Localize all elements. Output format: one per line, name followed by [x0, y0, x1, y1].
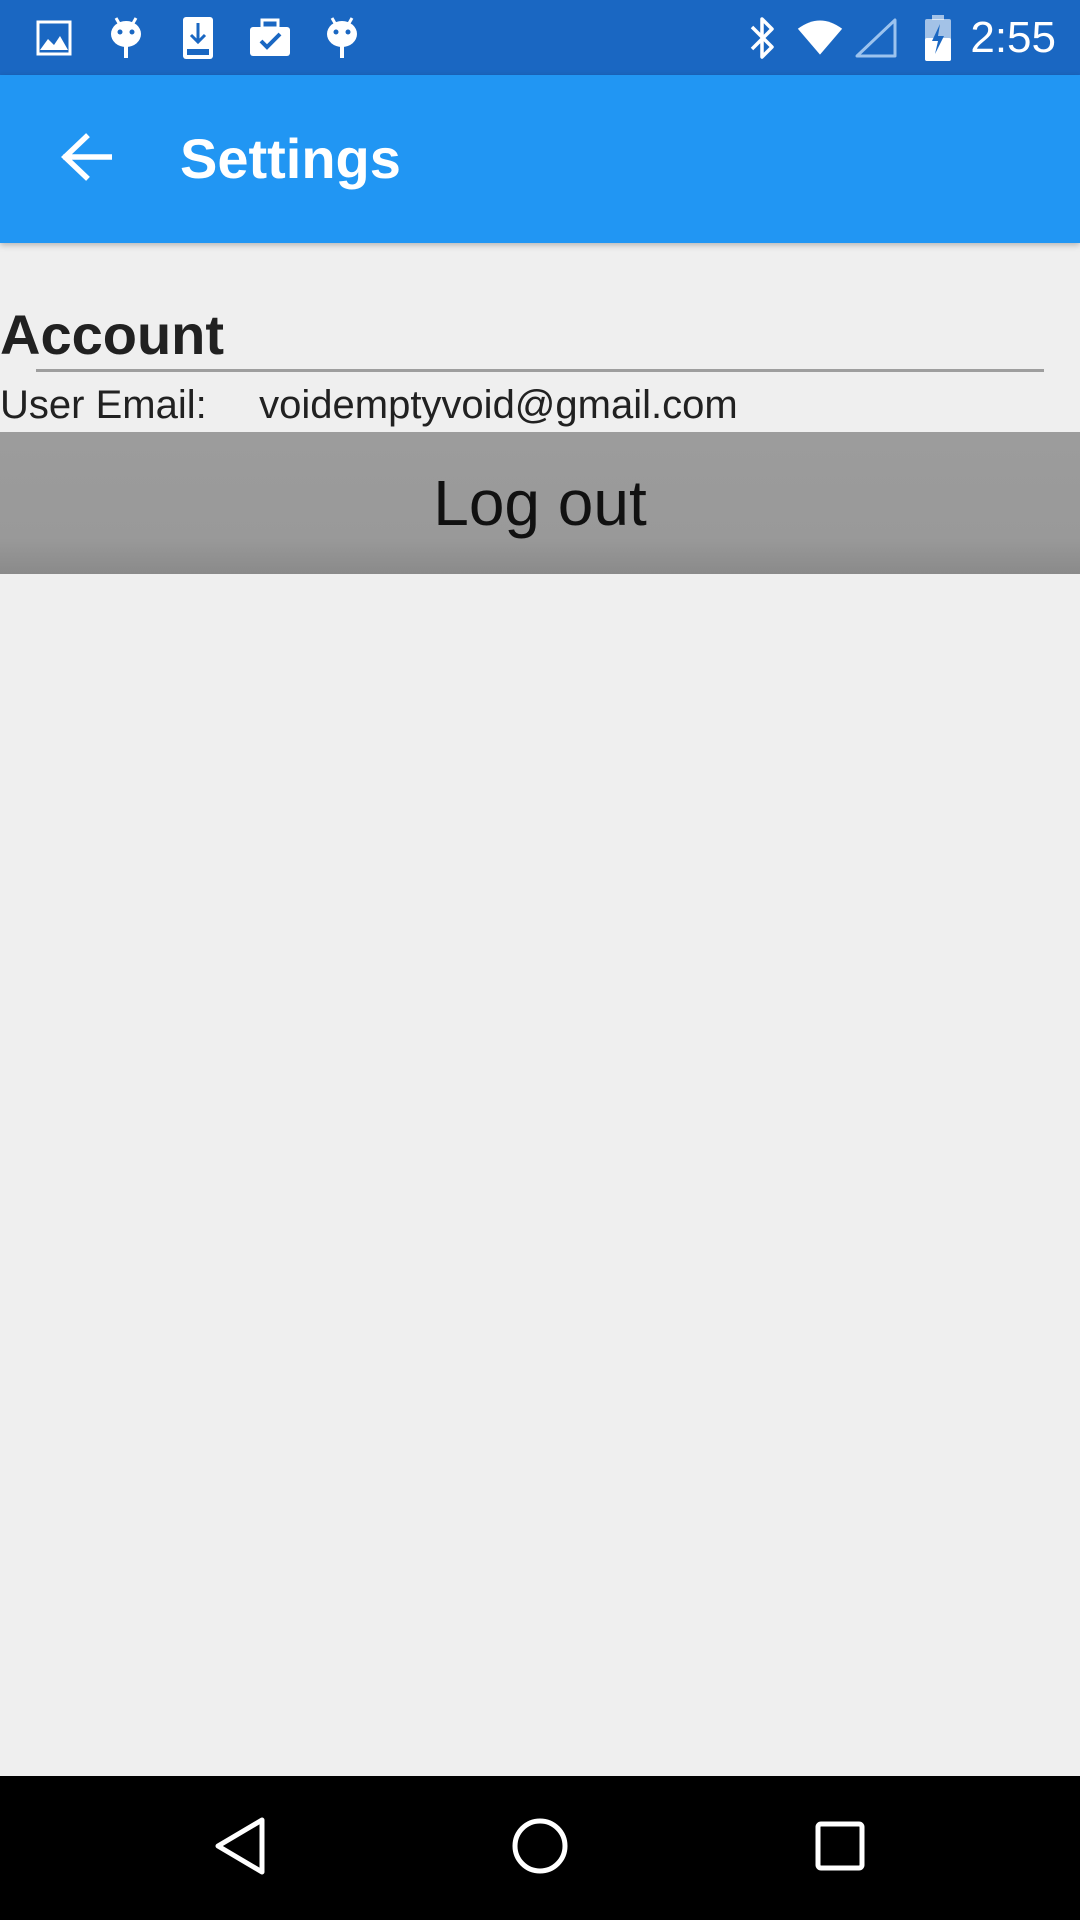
user-email-row: User Email: voidemptyvoid@gmail.com	[0, 377, 738, 433]
download-icon	[174, 14, 222, 62]
recents-square-icon	[814, 1820, 866, 1877]
account-section-title: Account	[0, 303, 224, 366]
navigation-bar	[0, 1776, 1080, 1920]
battery-charging-icon	[914, 14, 962, 62]
user-email-value: voidemptyvoid@gmail.com	[259, 383, 738, 427]
back-triangle-icon	[212, 1816, 268, 1881]
nav-home-button[interactable]	[504, 1812, 576, 1884]
home-circle-icon	[511, 1817, 569, 1880]
status-bar: 2:55	[0, 0, 1080, 75]
nav-recents-button[interactable]	[804, 1812, 876, 1884]
bluetooth-icon	[738, 14, 786, 62]
wifi-icon	[796, 14, 844, 62]
app-bar: Settings	[0, 75, 1080, 243]
page-title: Settings	[180, 127, 401, 190]
user-email-label: User Email:	[0, 383, 207, 427]
briefcase-check-icon	[246, 14, 294, 62]
android-icon	[102, 14, 150, 62]
nav-back-button[interactable]	[204, 1812, 276, 1884]
back-button[interactable]	[44, 117, 128, 201]
arrow-left-icon	[60, 132, 113, 186]
cellular-signal-icon	[852, 14, 900, 62]
status-bar-clock: 2:55	[970, 13, 1056, 62]
image-icon	[30, 14, 78, 62]
logout-button[interactable]: Log out	[0, 432, 1080, 574]
android-icon	[318, 14, 366, 62]
section-divider	[36, 369, 1044, 372]
